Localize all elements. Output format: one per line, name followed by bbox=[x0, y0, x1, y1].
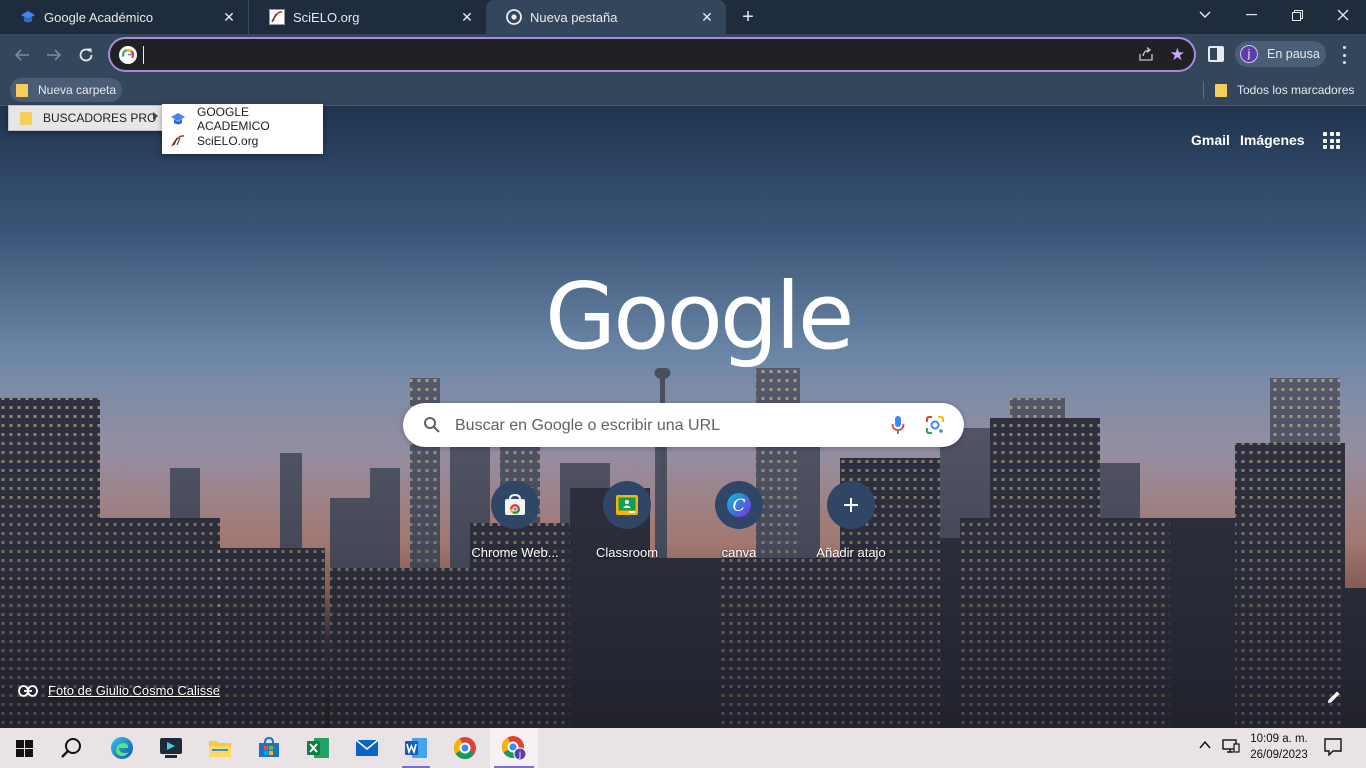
shortcut-label: canva bbox=[721, 545, 757, 560]
shortcut-canva[interactable]: C canva bbox=[683, 481, 795, 560]
tab-title: Google Académico bbox=[44, 9, 154, 25]
windows-taskbar: j 10:09 a. m. 26/09/2023 bbox=[0, 728, 1366, 768]
menu-icon[interactable] bbox=[1336, 45, 1352, 65]
microsoft-store-icon[interactable] bbox=[245, 728, 293, 768]
chrome-web-store-icon bbox=[491, 481, 539, 529]
system-clock[interactable]: 10:09 a. m. 26/09/2023 bbox=[1243, 731, 1315, 763]
google-logo: Google bbox=[545, 263, 854, 370]
bookmarks-bar: Nueva carpeta Todos los marcadores bbox=[0, 74, 1366, 106]
minimize-icon[interactable] bbox=[1228, 0, 1274, 30]
classroom-icon bbox=[603, 481, 651, 529]
canva-icon: C bbox=[715, 481, 763, 529]
tab-google-academico[interactable]: Google Académico ✕ bbox=[0, 0, 248, 34]
clock-date: 26/09/2023 bbox=[1250, 749, 1308, 761]
photo-credit-link[interactable]: Foto de Giulio Cosmo Calisse bbox=[18, 683, 220, 698]
excel-icon[interactable] bbox=[294, 728, 342, 768]
scielo-icon bbox=[269, 9, 285, 25]
bookmark-label: Nueva carpeta bbox=[38, 83, 117, 97]
bookmark-folder-menu: BUSCADORES PRO bbox=[8, 105, 164, 131]
tab-title: Nueva pestaña bbox=[530, 9, 618, 25]
new-tab-page: Gmail Imágenes Google Buscar en Google o… bbox=[0, 107, 1366, 728]
folder-icon bbox=[16, 83, 28, 97]
menu-item-label: BUSCADORES PRO bbox=[43, 111, 157, 125]
tab-search-icon[interactable] bbox=[1182, 0, 1228, 30]
submenu-arrow-icon bbox=[153, 112, 158, 120]
mail-icon[interactable] bbox=[343, 728, 391, 768]
search-icon bbox=[423, 416, 441, 439]
chevron-up-icon[interactable] bbox=[1198, 738, 1212, 757]
avatar: j bbox=[1240, 45, 1258, 63]
back-icon[interactable] bbox=[9, 42, 35, 68]
menu-item-label: GOOGLE ACADEMICO bbox=[197, 105, 270, 133]
customize-pencil-icon[interactable] bbox=[1320, 683, 1348, 711]
shortcut-add[interactable]: Añadir atajo bbox=[795, 481, 907, 560]
menu-item-label: SciELO.org bbox=[197, 134, 259, 148]
media-app-icon[interactable] bbox=[147, 728, 195, 768]
tab-scielo[interactable]: SciELO.org ✕ bbox=[248, 0, 486, 34]
restore-icon[interactable] bbox=[1274, 0, 1320, 30]
svg-text:C: C bbox=[732, 496, 745, 516]
windows-start-icon[interactable] bbox=[0, 728, 48, 768]
chrome-icon bbox=[506, 9, 522, 25]
word-icon[interactable] bbox=[392, 728, 440, 768]
search-icon[interactable] bbox=[48, 728, 96, 768]
close-window-icon[interactable] bbox=[1320, 0, 1366, 30]
microphone-icon[interactable] bbox=[891, 415, 905, 440]
reload-icon[interactable] bbox=[73, 42, 99, 68]
text-cursor bbox=[143, 46, 144, 64]
close-icon[interactable]: ✕ bbox=[698, 8, 716, 26]
plus-icon bbox=[827, 481, 875, 529]
shortcut-label: Añadir atajo bbox=[816, 545, 886, 560]
bookmark-star-icon[interactable]: ★ bbox=[1170, 45, 1185, 65]
ntp-search-box[interactable]: Buscar en Google o escribir una URL bbox=[403, 403, 964, 447]
gmail-link[interactable]: Gmail bbox=[1191, 132, 1230, 148]
scielo-icon bbox=[170, 133, 186, 149]
search-placeholder: Buscar en Google o escribir una URL bbox=[455, 417, 721, 434]
graduation-cap-icon bbox=[20, 9, 36, 25]
svg-text:j: j bbox=[518, 749, 521, 759]
google-apps-icon[interactable] bbox=[1323, 132, 1340, 149]
new-tab-button[interactable]: + bbox=[736, 6, 760, 28]
tab-nueva-pestana[interactable]: Nueva pestaña ✕ bbox=[486, 0, 726, 34]
notifications-icon[interactable] bbox=[1324, 738, 1342, 761]
network-icon[interactable] bbox=[1222, 738, 1240, 759]
toolbar: ★ j En pausa bbox=[0, 34, 1366, 74]
bookmark-submenu: GOOGLE ACADEMICO SciELO.org bbox=[162, 104, 323, 154]
forward-icon[interactable] bbox=[41, 42, 67, 68]
bookmark-folder-nueva-carpeta[interactable]: Nueva carpeta bbox=[10, 78, 123, 102]
share-icon[interactable] bbox=[1138, 46, 1154, 67]
google-lens-icon[interactable] bbox=[925, 415, 945, 440]
google-g-icon bbox=[119, 46, 137, 64]
menu-item-scielo[interactable]: SciELO.org bbox=[162, 130, 323, 152]
photo-credit-text: Foto de Giulio Cosmo Calisse bbox=[48, 683, 220, 698]
folder-icon bbox=[1215, 83, 1227, 97]
close-icon[interactable]: ✕ bbox=[458, 8, 476, 26]
shortcut-classroom[interactable]: Classroom bbox=[571, 481, 683, 560]
images-link[interactable]: Imágenes bbox=[1240, 132, 1305, 148]
profile-button[interactable]: j En pausa bbox=[1235, 41, 1326, 67]
menu-item-buscadores-pro[interactable]: BUSCADORES PRO bbox=[8, 105, 164, 131]
graduation-cap-icon bbox=[170, 111, 186, 127]
link-icon bbox=[18, 684, 38, 697]
shortcut-label: Classroom bbox=[595, 545, 659, 560]
side-panel-icon[interactable] bbox=[1208, 46, 1224, 62]
address-bar[interactable]: ★ bbox=[108, 37, 1196, 72]
divider bbox=[1203, 81, 1204, 99]
close-icon[interactable]: ✕ bbox=[220, 8, 238, 26]
chrome-icon[interactable] bbox=[441, 728, 489, 768]
shortcut-chrome-web-store[interactable]: Chrome Web... bbox=[459, 481, 571, 560]
menu-item-google-academico[interactable]: GOOGLE ACADEMICO bbox=[162, 105, 323, 133]
edge-icon[interactable] bbox=[98, 728, 146, 768]
chrome-profile-icon[interactable]: j bbox=[490, 728, 538, 768]
shortcut-label: Chrome Web... bbox=[471, 545, 559, 560]
tab-strip: Google Académico ✕ SciELO.org ✕ Nueva pe… bbox=[0, 0, 1366, 34]
file-explorer-icon[interactable] bbox=[196, 728, 244, 768]
profile-status: En pausa bbox=[1267, 47, 1320, 61]
all-bookmarks-folder[interactable]: Todos los marcadores bbox=[1209, 78, 1360, 102]
folder-icon bbox=[20, 111, 32, 125]
clock-time: 10:09 a. m. bbox=[1250, 733, 1308, 745]
tab-title: SciELO.org bbox=[293, 9, 360, 25]
bookmark-label: Todos los marcadores bbox=[1237, 83, 1355, 97]
